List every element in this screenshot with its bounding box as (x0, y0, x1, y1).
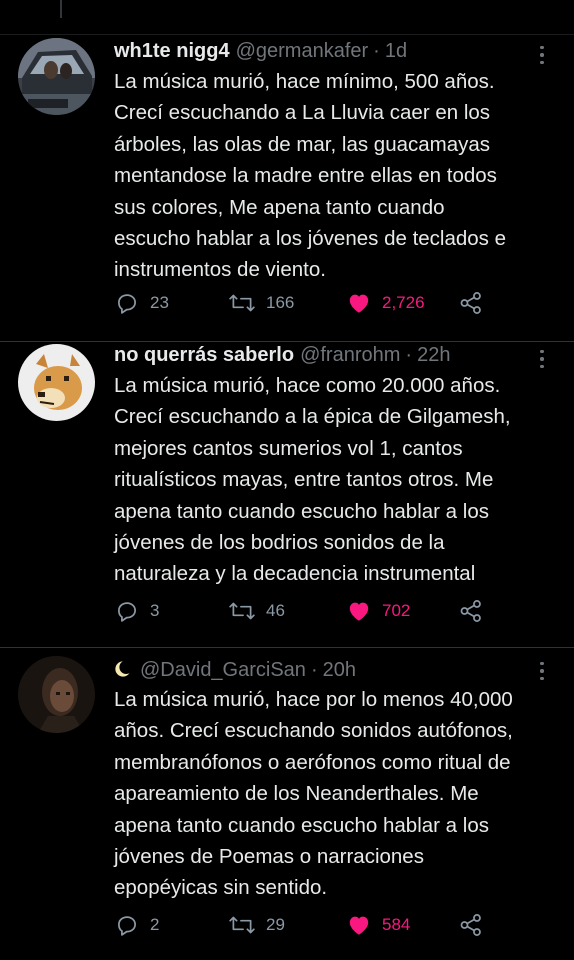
heart-icon (349, 602, 369, 621)
separator-dot: · (310, 659, 318, 681)
avatar[interactable] (18, 38, 95, 115)
tweet-text-line: ritualísticos mayas, entre tantos otros.… (114, 468, 494, 492)
share-icon (460, 600, 481, 622)
reply-icon (118, 294, 136, 314)
tweet-text: La música murió, hace como 20.000 años. … (114, 370, 560, 590)
tweet-text-line: La música murió, hace por lo menos 40,00… (114, 688, 513, 711)
tweet-text: La música murió, hace mínimo, 500 años. … (114, 66, 560, 286)
retweet-icon (229, 916, 255, 934)
crescent-moon-icon (115, 660, 132, 677)
share-button[interactable] (458, 596, 484, 626)
user-handle[interactable]: @germankafer (236, 40, 369, 63)
more-options-icon[interactable] (532, 656, 552, 686)
tweet-text-line: jóvenes de los bodrios sonidos de la (114, 531, 445, 555)
tweet-text-line: apena tanto cuando escucho hablar a los (114, 813, 489, 837)
action-bar: 23 166 2,726 (114, 288, 554, 318)
tweet-text-line: jóvenes de Poemas o narraciones (114, 845, 424, 869)
thread-top (0, 0, 574, 36)
timestamp[interactable]: 1d (385, 40, 407, 63)
reply-button[interactable]: 3 (114, 596, 159, 626)
share-icon (460, 292, 481, 314)
like-button[interactable]: 702 (346, 596, 410, 626)
tweet-text-line: instrumentos de viento. (114, 258, 326, 282)
like-button[interactable]: 584 (346, 910, 410, 940)
tweet-text-line: mejores cantos sumerios vol 1, cantos (114, 436, 463, 460)
tweet[interactable]: no querrás saberlo @franrohm · 22h La mú… (0, 342, 574, 648)
retweet-icon (229, 294, 255, 312)
tweet-text-line: La música murió, hace como 20.000 años. (114, 374, 501, 397)
avatar[interactable] (18, 344, 95, 421)
tweet-text-line: árboles, las olas de mar, las guacamayas (114, 132, 491, 156)
like-count: 584 (382, 915, 411, 934)
user-handle[interactable]: @franrohm (300, 344, 400, 367)
divider (0, 34, 574, 35)
reply-icon (118, 602, 136, 622)
separator-dot: · (405, 344, 413, 366)
retweet-button[interactable]: 166 (228, 288, 294, 318)
action-bar: 3 46 702 (114, 596, 554, 626)
tweet-text-line: La música murió, hace mínimo, 500 años. (114, 70, 495, 93)
retweet-button[interactable]: 29 (228, 910, 285, 940)
user-handle[interactable]: @David_GarciSan (140, 659, 306, 682)
action-bar: 2 29 584 (114, 910, 554, 940)
tweet-text-line: apareamiento de los Neanderthales. Me (114, 782, 479, 806)
tweet-text-line: membranófonos o aerófonos como ritual de (114, 750, 511, 774)
tweet-text: La música murió, hace por lo menos 40,00… (114, 684, 560, 904)
timestamp[interactable]: 20h (323, 659, 356, 682)
reply-count: 2 (150, 915, 160, 934)
tweet-text-line: sus colores, Me apena tanto cuando (114, 195, 445, 219)
avatar[interactable] (18, 656, 95, 733)
separator-dot: · (373, 40, 380, 62)
display-name[interactable]: no querrás saberlo (114, 344, 294, 367)
tweet-text-line: naturaleza y la decadencia instrumental (114, 562, 476, 586)
reply-icon (118, 916, 136, 936)
share-icon (460, 914, 481, 936)
tweet-text-line: escucho hablar a los jóvenes de teclados… (114, 227, 507, 251)
like-count: 702 (382, 601, 411, 620)
heart-icon (349, 294, 369, 313)
thread-line (60, 0, 62, 18)
share-button[interactable] (458, 910, 484, 940)
retweet-button[interactable]: 46 (228, 596, 285, 626)
reply-count: 23 (150, 293, 169, 312)
retweet-icon (229, 602, 255, 620)
like-count: 2,726 (382, 293, 425, 312)
reply-button[interactable]: 2 (114, 910, 159, 940)
tweet-text-line: mentandose la madre entre ellas en todos (114, 164, 497, 188)
tweet-text-line: Crecí escuchando a La Lluvia caer en los (114, 101, 491, 125)
reply-count: 3 (150, 601, 160, 620)
retweet-count: 166 (266, 293, 295, 312)
tweet[interactable]: @David_GarciSan · 20h La música murió, h… (0, 648, 574, 960)
reply-button[interactable]: 23 (114, 288, 169, 318)
tweet-text-line: epopéyicas sin sentido. (114, 876, 328, 900)
tweet[interactable]: wh1te nigg4 @germankafer · 1d La música … (0, 36, 574, 342)
tweet-text-line: años. Crecí escuchando sonidos autófonos… (114, 719, 513, 743)
display-name[interactable]: wh1te nigg4 (114, 40, 230, 63)
share-button[interactable] (458, 288, 484, 318)
timestamp[interactable]: 22h (417, 344, 450, 367)
heart-icon (349, 916, 369, 935)
tweet-text-line: Crecí escuchando a la épica de Gilgamesh… (114, 405, 511, 429)
retweet-count: 29 (266, 915, 285, 934)
retweet-count: 46 (266, 601, 285, 620)
like-button[interactable]: 2,726 (346, 288, 425, 318)
tweet-text-line: apena tanto cuando escucho hablar a los (114, 499, 489, 523)
